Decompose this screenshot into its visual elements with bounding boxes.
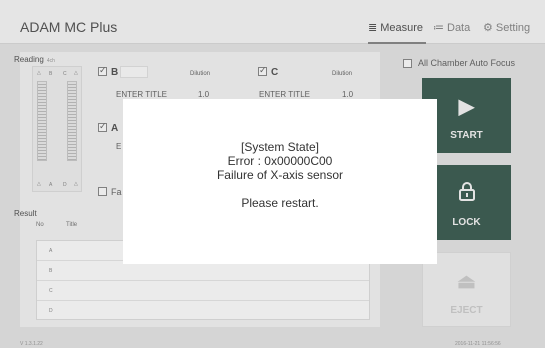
dialog-error-message: Failure of X-axis sensor <box>216 168 344 182</box>
dialog-error-code: Error : 0x00000C00 <box>227 154 333 168</box>
dialog-title: [System State] <box>240 140 320 154</box>
error-dialog[interactable]: [System State] Error : 0x00000C00 Failur… <box>123 99 437 264</box>
dialog-instruction: Please restart. <box>241 196 319 210</box>
